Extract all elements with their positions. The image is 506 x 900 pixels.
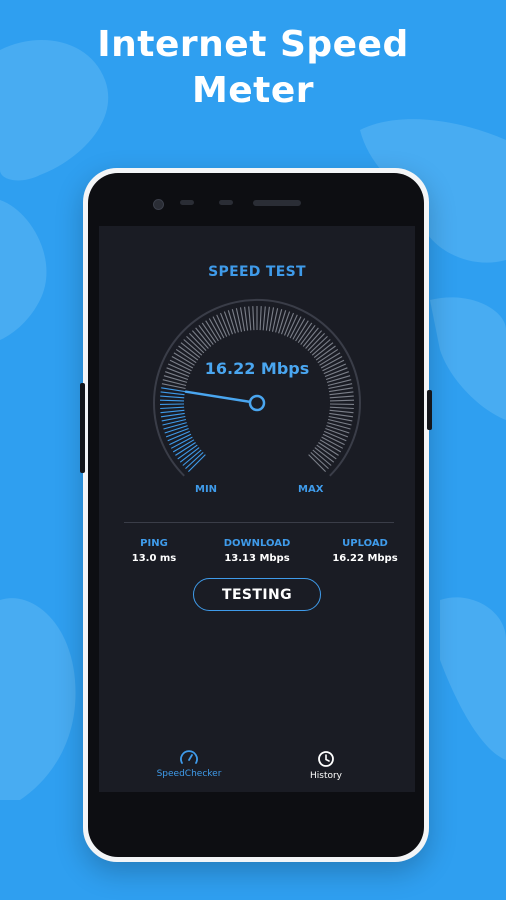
gauge-tick	[329, 395, 354, 399]
gauge-tick-active	[160, 406, 185, 410]
stat-upload-value: 16.22 Mbps	[332, 553, 398, 564]
phone-power-button	[427, 390, 432, 430]
gauge-tick	[259, 306, 262, 331]
gauge-tick	[262, 306, 266, 331]
gauge-tick	[329, 391, 354, 396]
stat-upload-label: UPLOAD	[342, 538, 388, 549]
gauge-tick	[244, 306, 249, 331]
gauge-tick-active	[159, 399, 185, 402]
stat-ping-label: PING	[140, 538, 168, 549]
gauge-hub	[248, 394, 266, 412]
phone-volume-button	[80, 383, 85, 473]
earpiece-speaker	[253, 200, 301, 206]
headline-line-2: Meter	[191, 70, 315, 111]
app-screen: SPEED TEST 16.22 Mbps MIN MAX PING 13.0 …	[99, 226, 415, 792]
gauge-tick	[265, 306, 270, 331]
headline-line-1: Internet Speed	[97, 24, 409, 65]
stat-download-label: DOWNLOAD	[223, 538, 291, 549]
nav-tab-speedchecker[interactable]: SpeedChecker	[149, 750, 229, 779]
gauge-tick-active	[160, 391, 185, 396]
gauge-tick	[329, 387, 353, 393]
stat-download: DOWNLOAD 13.13 Mbps	[212, 538, 302, 564]
gauge-tick	[325, 427, 349, 438]
gauge-tick-active	[161, 387, 185, 393]
gauge-max-label: MAX	[298, 484, 324, 495]
gauge-tick-active	[164, 425, 188, 434]
gauge-tick-active	[160, 395, 185, 399]
gauge-tick-active	[160, 409, 185, 414]
gauge-tick	[223, 311, 234, 335]
stat-download-value: 13.13 Mbps	[224, 553, 290, 564]
clock-icon	[318, 751, 334, 767]
speedometer-icon	[180, 750, 198, 764]
speed-readout: 16.22 Mbps	[204, 359, 310, 378]
gauge-tick	[329, 406, 354, 410]
nav-label-speedchecker: SpeedChecker	[156, 769, 222, 779]
page-headline: Internet Speed Meter	[0, 22, 506, 114]
gauge-tick	[329, 412, 354, 418]
gauge-tick	[248, 306, 252, 331]
stat-upload: UPLOAD 16.22 Mbps	[325, 538, 405, 564]
gauge-tick-active	[165, 427, 189, 438]
front-camera	[153, 199, 164, 210]
gauge-tick	[329, 409, 354, 414]
gauge-min-label: MIN	[195, 484, 218, 495]
gauge-ticks	[159, 306, 355, 472]
stat-ping: PING 13.0 ms	[119, 538, 189, 564]
gauge-tick	[329, 399, 355, 402]
gauge-tick	[252, 306, 255, 331]
gauge-tick	[326, 425, 350, 434]
stat-ping-value: 13.0 ms	[131, 553, 177, 564]
proximity-sensor	[180, 200, 194, 205]
nav-tab-history[interactable]: History	[296, 750, 356, 781]
divider	[124, 522, 394, 523]
testing-button[interactable]: TESTING	[193, 578, 321, 611]
gauge-tick	[278, 310, 287, 334]
gauge-needle	[184, 390, 252, 404]
gauge-tick	[227, 310, 236, 334]
gauge-tick	[280, 311, 291, 335]
gauge-tick-active	[160, 412, 185, 418]
nav-label-history: History	[309, 771, 343, 781]
light-sensor	[219, 200, 233, 205]
